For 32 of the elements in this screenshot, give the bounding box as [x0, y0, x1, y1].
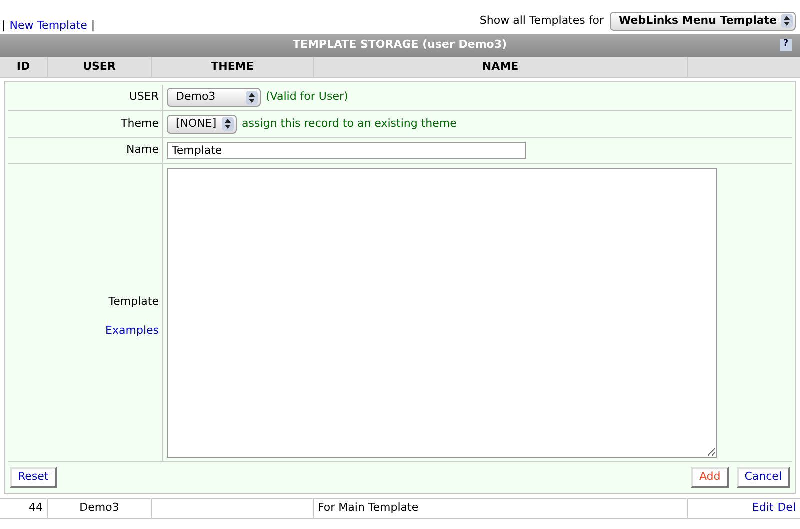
examples-link[interactable]: Examples	[106, 322, 159, 339]
filter-label: Show all Templates for	[480, 12, 604, 29]
name-cell: For Main Template	[314, 499, 688, 518]
new-template-link[interactable]: New Template	[10, 18, 88, 34]
updown-arrows-icon	[781, 14, 793, 28]
column-header: USER	[48, 57, 152, 77]
separator-text: |	[91, 18, 96, 34]
hint-text: (Valid for User)	[266, 89, 348, 106]
user-dropdown[interactable]: Demo3	[167, 88, 261, 107]
template-textarea[interactable]	[167, 168, 717, 458]
field-label: Template	[108, 294, 159, 310]
separator-text: |	[2, 18, 6, 34]
field-label: Name	[8, 138, 163, 163]
field-label: Theme	[8, 111, 163, 137]
name-field[interactable]: Template	[167, 142, 526, 159]
column-header: NAME	[314, 57, 688, 77]
theme-dropdown[interactable]: [NONE]	[167, 114, 237, 134]
id-cell: 44	[0, 499, 48, 518]
column-header: THEME	[152, 57, 314, 77]
hint-text: assign this record to an existing theme	[242, 116, 457, 132]
user-cell: Demo3	[48, 499, 152, 518]
field-label: USER	[8, 85, 163, 110]
row-action-link[interactable]: Del	[778, 500, 796, 517]
column-header: ID	[0, 57, 48, 77]
updown-arrows-icon	[222, 117, 234, 131]
panel-title: TEMPLATE STORAGE (user Demo3)	[292, 37, 508, 54]
updown-arrows-icon	[246, 90, 258, 104]
reset-button[interactable]: Reset	[10, 466, 57, 488]
help-button[interactable]: ?	[780, 39, 792, 51]
template-filter-dropdown[interactable]: WebLinks Menu Template	[610, 12, 796, 30]
cancel-button[interactable]: Cancel	[736, 466, 790, 488]
row-action-link[interactable]: Edit	[752, 500, 774, 517]
